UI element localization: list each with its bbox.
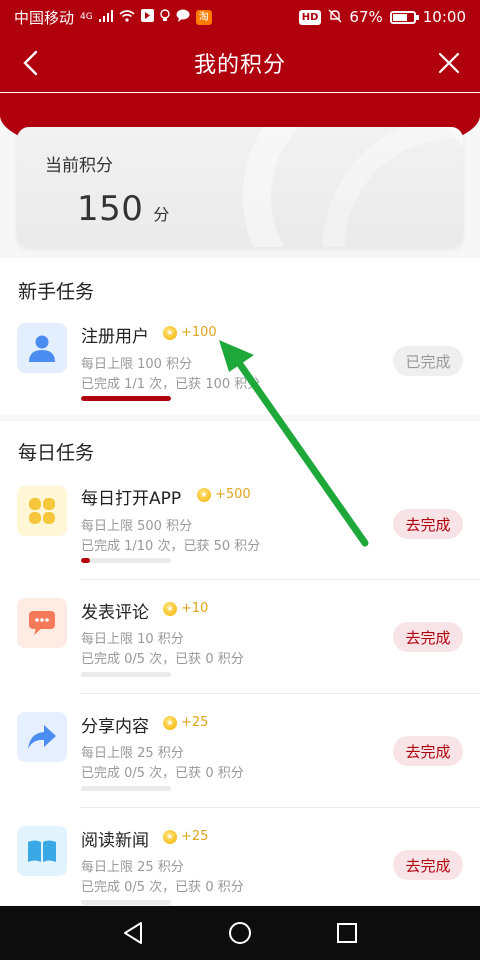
reward-amount: +500 — [215, 487, 251, 502]
book-icon — [17, 826, 67, 876]
task-reward: ★ +25 — [163, 829, 208, 844]
share-icon — [17, 712, 67, 762]
grid-flower-icon — [17, 486, 67, 536]
task-progress-text: 已完成 1/10 次，已获 50 积分 — [81, 539, 261, 554]
task-name: 发表评论 — [81, 603, 149, 623]
newbie-tasks-section: 新手任务 注册用户 ★ +100 每日上限 100 积分 已完成 1/1 次，已… — [0, 258, 480, 415]
coin-icon: ★ — [163, 325, 177, 340]
user-icon — [17, 323, 67, 373]
task-name: 注册用户 — [81, 327, 149, 347]
task-progress-text: 已完成 0/5 次，已获 0 积分 — [81, 652, 244, 667]
task-reward: ★ +100 — [163, 325, 217, 340]
status-bar: 中国移动 4G 淘 HD 67% 10:00 — [0, 0, 480, 34]
coin-icon: ★ — [163, 601, 177, 616]
task-name: 阅读新闻 — [81, 831, 149, 851]
page-title: 我的积分 — [193, 53, 286, 78]
task-reward: ★ +25 — [163, 715, 208, 730]
section-title-daily: 每日任务 — [18, 442, 95, 464]
task-item-share: 分享内容 ★ +25 每日上限 25 积分 已完成 0/5 次，已获 0 积分 … — [0, 694, 480, 808]
task-progress-bar — [81, 558, 171, 563]
points-value: 150 — [77, 189, 144, 229]
battery-icon — [389, 10, 419, 24]
taobao-badge: 淘 — [195, 9, 212, 25]
square-recents-icon — [336, 923, 357, 943]
task-name: 每日打开APP — [81, 489, 182, 509]
signal-icon — [98, 9, 113, 25]
points-unit: 分 — [153, 205, 170, 224]
reward-amount: +25 — [181, 715, 209, 730]
coin-icon: ★ — [163, 829, 177, 844]
triangle-back-icon — [124, 922, 143, 944]
nav-back-button[interactable] — [113, 913, 153, 953]
close-button[interactable] — [432, 46, 466, 80]
nav-recents-button[interactable] — [327, 913, 367, 953]
task-go-button[interactable]: 去完成 — [393, 509, 463, 539]
task-progress-bar — [81, 396, 171, 401]
task-reward: ★ +10 — [163, 601, 208, 616]
task-item-register: 注册用户 ★ +100 每日上限 100 积分 已完成 1/1 次，已获 100… — [0, 301, 480, 415]
lightbulb-icon — [160, 9, 170, 25]
task-limit: 每日上限 500 积分 — [81, 519, 193, 534]
reward-amount: +100 — [181, 325, 217, 340]
system-nav-bar — [0, 906, 480, 960]
carrier-label: 中国移动 — [14, 8, 75, 27]
task-limit: 每日上限 10 积分 — [81, 632, 184, 647]
app-notification-icon — [140, 9, 154, 25]
task-item-read-news: 阅读新闻 ★ +25 每日上限 25 积分 已完成 0/5 次，已获 0 积分 … — [0, 808, 480, 922]
points-label: 当前积分 — [45, 156, 113, 176]
task-completed-button[interactable]: 已完成 — [393, 346, 463, 376]
page-header: 我的积分 — [0, 34, 480, 92]
reward-amount: +10 — [181, 601, 209, 616]
task-go-button[interactable]: 去完成 — [393, 736, 463, 766]
points-value-group: 150 分 — [77, 189, 169, 229]
section-title-newbie: 新手任务 — [18, 281, 95, 303]
nav-home-button[interactable] — [220, 913, 260, 953]
task-go-button[interactable]: 去完成 — [393, 850, 463, 880]
daily-tasks-section: 每日任务 每日打开APP ★ +500 每日上限 500 积分 已完成 1/10… — [0, 421, 480, 905]
progress-fill — [81, 396, 171, 401]
coin-icon: ★ — [197, 487, 211, 502]
task-limit: 每日上限 25 积分 — [81, 746, 184, 761]
comment-icon — [17, 598, 67, 648]
mute-bell-icon — [328, 9, 342, 26]
close-icon — [438, 52, 460, 74]
chevron-left-icon — [23, 50, 38, 76]
task-reward: ★ +500 — [197, 487, 251, 502]
coin-icon: ★ — [163, 715, 177, 730]
task-go-button[interactable]: 去完成 — [393, 622, 463, 652]
task-progress-bar — [81, 672, 171, 677]
task-progress-text: 已完成 1/1 次，已获 100 积分 — [81, 377, 261, 392]
back-button[interactable] — [14, 46, 48, 80]
task-name: 分享内容 — [81, 717, 149, 737]
wifi-icon — [119, 9, 135, 25]
hd-badge: HD — [298, 9, 322, 25]
task-item-open-app: 每日打开APP ★ +500 每日上限 500 积分 已完成 1/10 次，已获… — [0, 466, 480, 580]
task-progress-bar — [81, 900, 171, 905]
reward-amount: +25 — [181, 829, 209, 844]
task-progress-text: 已完成 0/5 次，已获 0 积分 — [81, 766, 244, 781]
circle-home-icon — [228, 922, 251, 944]
task-limit: 每日上限 25 积分 — [81, 860, 184, 875]
task-limit: 每日上限 100 积分 — [81, 357, 193, 372]
clock: 10:00 — [422, 8, 466, 26]
task-item-comment: 发表评论 ★ +10 每日上限 10 积分 已完成 0/5 次，已获 0 积分 … — [0, 580, 480, 694]
progress-fill — [81, 558, 90, 563]
battery-percent: 67% — [349, 8, 383, 26]
network-type-label: 4G — [80, 11, 93, 22]
task-progress-bar — [81, 786, 171, 791]
points-card: 当前积分 150 分 — [17, 127, 463, 247]
chat-bubble-icon — [176, 9, 190, 25]
task-progress-text: 已完成 0/5 次，已获 0 积分 — [81, 880, 244, 895]
